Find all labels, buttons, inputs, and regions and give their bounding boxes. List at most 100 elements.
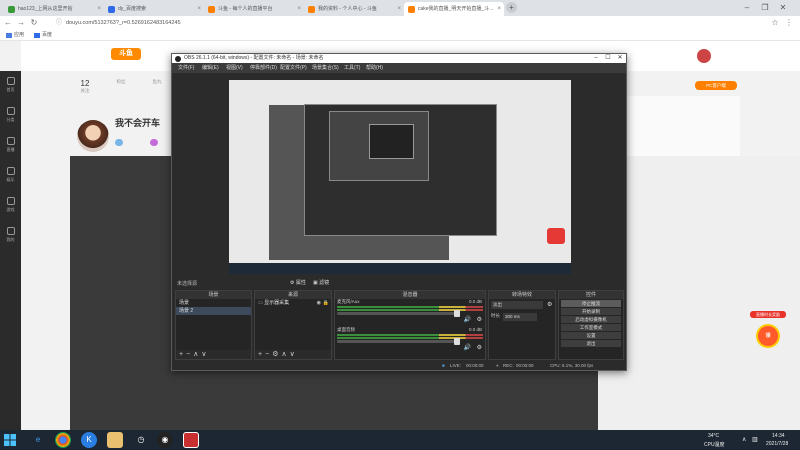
recording-app-icon[interactable] bbox=[183, 432, 199, 448]
menu-docks[interactable]: 停靠部件(D) bbox=[250, 63, 277, 73]
menu-edit[interactable]: 编辑(E) bbox=[202, 63, 219, 73]
clock-date[interactable]: 2021/7/28 bbox=[766, 441, 788, 447]
network-icon[interactable]: ▥ bbox=[752, 436, 758, 443]
nav-entertainment[interactable]: 娱乐 bbox=[2, 167, 19, 183]
visibility-eye-icon[interactable]: ◉ bbox=[317, 299, 321, 307]
exit-button[interactable]: 退出 bbox=[561, 340, 621, 347]
transition-select[interactable]: 淡出 bbox=[491, 301, 543, 309]
menu-icon[interactable]: ⋮ bbox=[784, 18, 794, 28]
move-down-icon[interactable]: ∨ bbox=[201, 351, 209, 358]
obs-minimize-button[interactable]: – bbox=[590, 54, 602, 63]
duration-input[interactable]: 300 ms bbox=[503, 313, 537, 321]
tag-badge bbox=[150, 139, 158, 146]
move-up-icon[interactable]: ∧ bbox=[281, 351, 289, 358]
promo-label[interactable]: 直播时长奖励 bbox=[750, 311, 786, 318]
nav-home[interactable]: 首页 bbox=[2, 77, 19, 93]
tab-baidu-search[interactable]: dy_百度搜索 × bbox=[104, 2, 204, 16]
gear-icon[interactable]: ⚙ bbox=[477, 316, 482, 323]
tab-hao123[interactable]: hao123_上网从这里开始 × bbox=[4, 2, 104, 16]
scene-item-selected[interactable]: 场景 2 bbox=[176, 307, 251, 315]
clock-time[interactable]: 14:34 bbox=[772, 433, 785, 439]
scene-item[interactable]: 场景 bbox=[176, 299, 251, 307]
douyu-logo[interactable]: 斗鱼 bbox=[111, 48, 141, 60]
bookmark-baidu[interactable]: 百度 bbox=[34, 31, 52, 40]
maximize-window-button[interactable]: ❐ bbox=[758, 1, 772, 15]
menu-file[interactable]: 文件(F) bbox=[178, 63, 194, 73]
nav-game[interactable]: 游戏 bbox=[2, 197, 19, 213]
star-icon[interactable]: ☆ bbox=[770, 18, 780, 28]
tray-arrow-icon[interactable]: ∧ bbox=[742, 436, 746, 443]
move-down-icon[interactable]: ∨ bbox=[290, 351, 298, 358]
close-tab-icon[interactable]: × bbox=[97, 2, 101, 16]
stat-fans[interactable]: 粉丝 bbox=[106, 79, 136, 85]
obs-close-button[interactable]: ✕ bbox=[614, 54, 626, 63]
back-button[interactable]: ← bbox=[3, 18, 13, 28]
close-window-button[interactable]: ✕ bbox=[776, 1, 790, 15]
url-text: douyu.com/5132763?_r=0.5269162483164245 bbox=[66, 20, 181, 26]
close-tab-icon[interactable]: × bbox=[197, 2, 201, 16]
sources-footer: +−⚙∧∨ bbox=[255, 350, 331, 359]
menu-view[interactable]: 视图(V) bbox=[226, 63, 243, 73]
volume-slider[interactable] bbox=[337, 338, 460, 345]
stop-streaming-button[interactable]: 停止推流 bbox=[561, 300, 621, 307]
obs-maximize-button[interactable]: ☐ bbox=[602, 54, 614, 63]
scenes-dock: 场景 场景 场景 2 +−∧∨ bbox=[175, 290, 252, 360]
lock-icon[interactable]: 🔒 bbox=[323, 299, 329, 307]
menu-scene-collection[interactable]: 场景集合(S) bbox=[312, 63, 339, 73]
transition-select-row: 淡出 ⚙ bbox=[491, 301, 553, 311]
anchor-avatar[interactable] bbox=[77, 120, 109, 152]
forward-button[interactable]: → bbox=[16, 18, 26, 28]
speaker-icon[interactable]: 🔊 bbox=[464, 316, 471, 323]
douyu-app-icon[interactable] bbox=[107, 432, 123, 448]
user-avatar[interactable] bbox=[697, 49, 711, 63]
duration-row: 时长 300 ms bbox=[491, 313, 553, 323]
nav-mine[interactable]: 我的 bbox=[2, 227, 19, 243]
stat-yuwan[interactable]: 鱼丸 bbox=[142, 79, 172, 85]
ie-icon[interactable]: e bbox=[30, 432, 46, 448]
nav-live[interactable]: 直播 bbox=[2, 137, 19, 153]
address-bar[interactable]: ⓘ douyu.com/5132763?_r=0.526916248316424… bbox=[54, 18, 754, 28]
bookmark-apps[interactable]: 应用 bbox=[6, 31, 24, 40]
volume-slider[interactable] bbox=[337, 310, 460, 317]
tab-title: dy_百度搜索 bbox=[118, 6, 147, 12]
studio-mode-button[interactable]: 工作室模式 bbox=[561, 324, 621, 331]
level-badge bbox=[115, 139, 123, 146]
gear-icon[interactable]: ⚙ bbox=[547, 301, 552, 308]
tab-douyu-home[interactable]: 斗鱼 - 每个人的直播平台 × bbox=[204, 2, 304, 16]
reload-button[interactable]: ↻ bbox=[29, 18, 39, 28]
obs-taskbar-icon[interactable]: ◉ bbox=[157, 432, 173, 448]
clock-app-icon[interactable]: ◷ bbox=[133, 432, 149, 448]
stat-follow[interactable]: 12 关注 bbox=[70, 79, 100, 94]
chrome-icon[interactable] bbox=[55, 432, 71, 448]
close-tab-icon[interactable]: × bbox=[397, 2, 401, 16]
pc-client-button[interactable]: PC客户端 bbox=[695, 81, 737, 90]
settings-button[interactable]: 设置 bbox=[561, 332, 621, 339]
kugou-icon[interactable]: K bbox=[81, 432, 97, 448]
tab-douyu-live[interactable]: cake我的直播_明天开始直播_斗... × bbox=[404, 2, 504, 16]
gear-icon[interactable]: ⚙ bbox=[477, 344, 482, 351]
filters-button[interactable]: ▣ 滤镜 bbox=[313, 279, 329, 286]
anchor-name: 我不会开车 bbox=[115, 118, 161, 128]
close-tab-icon[interactable]: × bbox=[297, 2, 301, 16]
menu-tools[interactable]: 工具(T) bbox=[344, 63, 360, 73]
menu-profile[interactable]: 配置文件(P) bbox=[280, 63, 307, 73]
source-item[interactable]: ▭ 显示器采集 ◉ 🔒 bbox=[255, 299, 331, 307]
new-tab-button[interactable]: + bbox=[506, 2, 517, 13]
scenes-header: 场景 bbox=[176, 291, 251, 299]
close-tab-icon[interactable]: × bbox=[497, 2, 501, 16]
virtual-camera-button[interactable]: 启动虚拟摄像机 bbox=[561, 316, 621, 323]
speaker-icon[interactable]: 🔊 bbox=[464, 344, 471, 351]
minimize-window-button[interactable]: – bbox=[740, 1, 754, 15]
browser-toolbar: ← → ↻ ⓘ douyu.com/5132763?_r=0.526916248… bbox=[0, 16, 800, 30]
obs-preview[interactable] bbox=[229, 80, 571, 274]
nav-label: 游戏 bbox=[6, 207, 15, 212]
nav-category[interactable]: 分类 bbox=[2, 107, 19, 123]
tab-douyu-profile[interactable]: 我的资料 - 个人中心 - 斗鱼 × bbox=[304, 2, 404, 16]
tab-title: 我的资料 - 个人中心 - 斗鱼 bbox=[318, 6, 377, 12]
promo-badge[interactable]: 领 bbox=[756, 324, 780, 348]
properties-button[interactable]: ⚙ 属性 bbox=[290, 279, 306, 286]
start-recording-button[interactable]: 开始录制 bbox=[561, 308, 621, 315]
menu-help[interactable]: 帮助(H) bbox=[366, 63, 383, 73]
hao123-favicon-icon bbox=[8, 6, 15, 13]
windows-start-icon[interactable] bbox=[3, 433, 17, 447]
